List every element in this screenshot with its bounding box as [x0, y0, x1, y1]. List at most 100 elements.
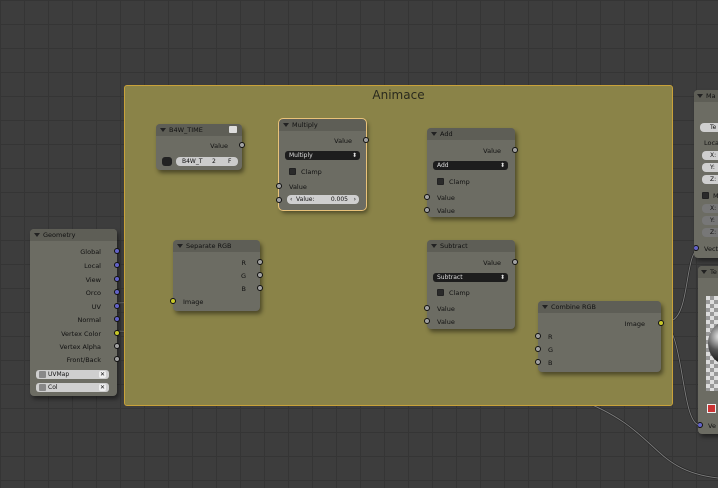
collapse-icon[interactable] [431, 132, 437, 136]
clear-icon[interactable]: ✕ [99, 371, 106, 378]
output-socket-front-back[interactable] [114, 356, 120, 362]
min-y-field[interactable]: Y: [702, 216, 718, 225]
frame-label: Animace [372, 88, 425, 102]
min-z-field[interactable]: Z: [702, 228, 718, 237]
output-socket-normal[interactable] [114, 316, 120, 322]
input-label-image: Image [183, 298, 204, 306]
output-label-vertex-alpha: Vertex Alpha [59, 343, 101, 351]
node-separate-rgb[interactable]: Separate RGB R G B Image [170, 240, 263, 311]
uv-map-icon [39, 371, 46, 378]
output-socket-view[interactable] [114, 276, 120, 282]
output-socket-value[interactable] [512, 259, 518, 265]
output-socket-image[interactable] [658, 320, 664, 326]
input-label-r: R [548, 333, 553, 341]
collapse-icon[interactable] [697, 94, 703, 98]
node-header[interactable]: Add [427, 128, 515, 140]
collapse-icon[interactable] [34, 233, 40, 237]
node-subtract[interactable]: Subtract Value Subtract ⬍ Clamp Value Val… [424, 240, 518, 329]
dropdown-arrow-icon: ⬍ [499, 274, 505, 281]
output-socket-local[interactable] [114, 262, 120, 268]
node-geometry[interactable]: Geometry Global Local View Orco UV Norma… [30, 229, 120, 396]
node-combine-rgb[interactable]: Combine RGB Image R G B [535, 301, 664, 372]
collapse-icon[interactable] [283, 123, 289, 127]
operation-dropdown[interactable]: Subtract ⬍ [433, 273, 508, 282]
input-label-g: G [548, 346, 554, 354]
operation-dropdown[interactable]: Multiply ⬍ [285, 151, 360, 160]
output-label-uv: UV [91, 303, 101, 311]
input-label-value-1: Value [437, 305, 455, 313]
output-socket-b[interactable] [257, 285, 263, 291]
min-x-field[interactable]: X: [702, 204, 718, 213]
input-socket-r[interactable] [535, 333, 541, 339]
output-socket-value[interactable] [239, 142, 245, 148]
clamp-checkbox[interactable] [437, 178, 444, 185]
node-header[interactable]: Geometry [30, 229, 117, 241]
collapse-icon[interactable] [160, 128, 166, 132]
texture-icon[interactable] [707, 404, 716, 413]
output-socket-vertex-alpha[interactable] [114, 343, 120, 349]
input-socket-value-1[interactable] [424, 194, 430, 200]
node-mapping-partial[interactable]: Ma Te Loca X: Y: Z: M X: Y: Z: Vecto [694, 90, 718, 258]
input-socket-b[interactable] [535, 359, 541, 365]
output-socket-orco[interactable] [114, 289, 120, 295]
node-group-icon[interactable] [229, 126, 237, 133]
dropdown-arrow-icon: ⬍ [351, 152, 357, 159]
input-socket-vector[interactable] [694, 245, 699, 251]
location-z-field[interactable]: Z: [702, 175, 718, 184]
output-label-r: R [241, 259, 246, 267]
output-socket-vertex-color[interactable] [114, 330, 120, 336]
node-header[interactable]: Combine RGB [538, 301, 661, 313]
input-label-value-2: Value [437, 318, 455, 326]
input-socket-vector[interactable] [698, 422, 703, 428]
collapse-icon[interactable] [542, 305, 548, 309]
clamp-label: Clamp [449, 178, 470, 186]
input-socket-value-2[interactable] [276, 197, 282, 203]
output-label-vertex-color: Vertex Color [61, 330, 101, 338]
uv-map-field[interactable]: UVMap ✕ [36, 370, 109, 379]
node-header[interactable]: Ma [694, 90, 718, 102]
collapse-icon[interactable] [701, 270, 707, 274]
node-add[interactable]: Add Value Add ⬍ Clamp Value Value [424, 128, 518, 217]
group-name-field[interactable]: B4W_T 2 F [176, 157, 238, 166]
output-socket-value[interactable] [363, 137, 369, 143]
clamp-checkbox[interactable] [437, 289, 444, 296]
node-header[interactable]: Separate RGB [173, 240, 260, 252]
collapse-icon[interactable] [177, 244, 183, 248]
node-texture-partial[interactable]: Te Ve [698, 266, 718, 434]
collapse-icon[interactable] [431, 244, 437, 248]
node-header[interactable]: Multiply [279, 119, 366, 131]
input-socket-value[interactable] [276, 183, 282, 189]
increment-arrow-icon[interactable]: › [354, 195, 356, 204]
vector-label: Ve [708, 422, 716, 430]
node-header[interactable]: Subtract [427, 240, 515, 252]
clamp-label: Clamp [301, 168, 322, 176]
node-title: Geometry [43, 231, 76, 239]
decrement-arrow-icon[interactable]: ‹ [290, 195, 292, 204]
operation-dropdown[interactable]: Add ⬍ [433, 161, 508, 170]
location-x-field[interactable]: X: [702, 151, 718, 160]
min-checkbox[interactable] [702, 192, 709, 199]
input-label-value-2: Value [437, 207, 455, 215]
output-label-view: View [85, 276, 101, 284]
type-button[interactable]: Te [700, 123, 718, 132]
node-multiply[interactable]: Multiply Value Multiply ⬍ Clamp Value ‹ V… [276, 118, 369, 211]
input-socket-value-2[interactable] [424, 318, 430, 324]
value-field[interactable]: ‹ Value: 0.005 › [287, 195, 359, 204]
input-label-value: Value [289, 183, 307, 191]
node-b4w-time[interactable]: B4W_TIME Value B4W_T 2 F [156, 124, 245, 170]
input-socket-g[interactable] [535, 346, 541, 352]
output-socket-r[interactable] [257, 259, 263, 265]
output-socket-g[interactable] [257, 272, 263, 278]
input-socket-value-2[interactable] [424, 207, 430, 213]
input-socket-image[interactable] [170, 298, 176, 304]
location-y-field[interactable]: Y: [702, 163, 718, 172]
datablock-icon[interactable] [162, 157, 172, 166]
output-socket-uv[interactable] [114, 303, 120, 309]
clear-icon[interactable]: ✕ [99, 384, 106, 391]
color-layer-field[interactable]: Col ✕ [36, 383, 109, 392]
input-socket-value-1[interactable] [424, 305, 430, 311]
output-socket-global[interactable] [114, 248, 120, 254]
node-header[interactable]: Te [698, 266, 718, 278]
clamp-checkbox[interactable] [289, 168, 296, 175]
output-socket-value[interactable] [512, 147, 518, 153]
